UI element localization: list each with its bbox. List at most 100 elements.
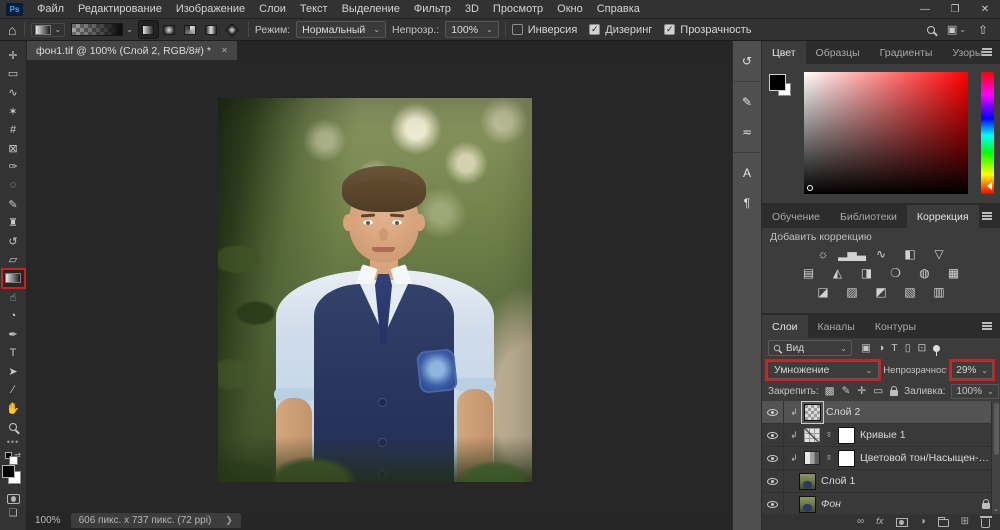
filter-pin-icon[interactable]: [933, 345, 940, 352]
hue-saturation-adjustment-icon[interactable]: [804, 451, 820, 465]
type-tool[interactable]: T: [2, 344, 25, 363]
frame-tool[interactable]: ⊠: [2, 139, 25, 158]
minimize-button[interactable]: —: [910, 0, 940, 19]
adj-levels-icon[interactable]: ▂▅▃: [842, 245, 862, 262]
foreground-color-swatch[interactable]: [2, 465, 15, 478]
gradient-type-radial[interactable]: [160, 21, 179, 38]
character-panel-icon[interactable]: A: [736, 163, 758, 183]
scrollbar-down-arrow[interactable]: ⌄: [993, 505, 999, 513]
saturation-brightness-field[interactable]: [804, 72, 968, 194]
lock-artboard-icon[interactable]: ▭: [873, 386, 883, 397]
layer-visibility-toggle[interactable]: [762, 447, 784, 469]
gradient-type-angle[interactable]: [181, 21, 200, 38]
layer-mask-thumbnail[interactable]: [838, 427, 855, 444]
adj-channel-mixer-icon[interactable]: ◍: [915, 264, 935, 281]
hue-slider[interactable]: [981, 72, 994, 194]
add-mask-icon[interactable]: [896, 518, 908, 527]
gradient-type-reflected[interactable]: [202, 21, 221, 38]
layer-fill-select[interactable]: 100% ⌄: [951, 384, 998, 399]
adjustments-tab-1[interactable]: Библиотеки: [830, 205, 907, 228]
layer-filter-select[interactable]: Вид ⌄: [768, 340, 852, 356]
crop-tool[interactable]: #: [2, 120, 25, 139]
eyedropper-tool[interactable]: ✑: [2, 158, 25, 177]
brush-settings-panel-icon[interactable]: ✎: [736, 92, 758, 112]
document-canvas[interactable]: [27, 60, 732, 510]
default-colors-icon[interactable]: [5, 452, 12, 459]
adj-selective-color-icon[interactable]: ▧: [900, 283, 920, 300]
eraser-tool[interactable]: ▱: [2, 251, 25, 270]
lock-all-icon[interactable]: [890, 390, 898, 396]
layer-thumbnail[interactable]: [799, 496, 816, 513]
panel-menu-icon[interactable]: [982, 51, 992, 53]
layer-row[interactable]: ↳ Слой 2: [762, 401, 1000, 424]
panel-menu-icon[interactable]: [982, 325, 992, 327]
layer-name[interactable]: Фон: [821, 498, 977, 510]
filter-adjustment-icon[interactable]: ◑: [878, 343, 884, 354]
color-tab-2[interactable]: Градиенты: [870, 41, 943, 64]
brush-tool[interactable]: ✎: [2, 195, 25, 214]
filter-shape-icon[interactable]: ▯: [905, 343, 911, 354]
menu-item-3[interactable]: Слои: [252, 3, 293, 15]
filter-image-icon[interactable]: ▣: [861, 343, 871, 354]
adjustments-tab-0[interactable]: Обучение: [762, 205, 830, 228]
menu-item-7[interactable]: 3D: [458, 3, 486, 15]
menu-item-10[interactable]: Справка: [590, 3, 647, 15]
hand-tool[interactable]: ✋: [2, 399, 25, 418]
tool-preset-picker[interactable]: ⌄: [31, 23, 65, 37]
color-picker-handle[interactable]: [807, 185, 813, 191]
dodge-tool[interactable]: ◔: [2, 306, 25, 325]
brushes-panel-icon[interactable]: ≂: [736, 122, 758, 142]
move-tool[interactable]: ✛: [2, 46, 25, 65]
zoom-tool[interactable]: [2, 418, 25, 437]
adj-threshold-icon[interactable]: ◩: [871, 283, 891, 300]
adj-curves-icon[interactable]: ∿: [871, 245, 891, 262]
adj-brightness-contrast-icon[interactable]: ☼: [813, 245, 833, 262]
smudge-tool[interactable]: ☝: [2, 288, 25, 307]
checkbox-icon[interactable]: ✓: [589, 24, 600, 35]
layer-name[interactable]: Слой 2: [826, 406, 990, 418]
search-icon[interactable]: [927, 26, 935, 34]
zoom-level[interactable]: 100%: [35, 515, 61, 526]
new-adjustment-layer-icon[interactable]: ◑: [920, 517, 926, 527]
gradient-preview[interactable]: [71, 23, 123, 36]
line-tool[interactable]: ∕: [2, 381, 25, 400]
adj-gradient-map-icon[interactable]: ▥: [929, 283, 949, 300]
checkbox-icon[interactable]: ✓: [664, 24, 675, 35]
layer-row[interactable]: Слой 1: [762, 470, 1000, 493]
mask-link-icon[interactable]: ∞: [825, 454, 834, 462]
blend-mode-select[interactable]: Нормальный ⌄: [296, 21, 386, 38]
mask-link-icon[interactable]: ∞: [825, 431, 834, 439]
edit-toolbar-button[interactable]: •••: [2, 436, 25, 448]
share-icon[interactable]: ⇧: [978, 23, 988, 37]
magic-wand-tool[interactable]: ✶: [2, 102, 25, 121]
color-tab-0[interactable]: Цвет: [762, 41, 806, 64]
link-layers-icon[interactable]: ∞: [857, 517, 864, 527]
menu-item-0[interactable]: Файл: [30, 3, 71, 15]
lock-position-icon[interactable]: ✛: [857, 386, 866, 397]
layers-tab-1[interactable]: Каналы: [808, 315, 865, 338]
layer-name[interactable]: Цветовой тон/Насыщен-ость 1: [860, 452, 990, 464]
marquee-tool[interactable]: ▭: [2, 65, 25, 84]
pen-tool[interactable]: ✒: [2, 325, 25, 344]
path-select-tool[interactable]: ➤: [2, 362, 25, 381]
layer-visibility-toggle[interactable]: [762, 424, 784, 446]
adj-posterize-icon[interactable]: ▨: [842, 283, 862, 300]
lasso-tool[interactable]: ∿: [2, 83, 25, 102]
document-tab[interactable]: фон1.tif @ 100% (Слой 2, RGB/8#) * ✕: [27, 41, 237, 60]
history-brush-tool[interactable]: ↺: [2, 232, 25, 251]
clone-stamp-tool[interactable]: ♜: [2, 213, 25, 232]
opacity-select[interactable]: 100% ⌄: [445, 21, 499, 38]
layer-visibility-toggle[interactable]: [762, 493, 784, 514]
layer-visibility-toggle[interactable]: [762, 401, 784, 423]
layer-thumbnail[interactable]: [799, 473, 816, 490]
color-tab-1[interactable]: Образцы: [806, 41, 870, 64]
adj-invert-icon[interactable]: ◪: [813, 283, 833, 300]
screen-mode-button[interactable]: ❏: [9, 508, 18, 519]
adj-exposure-icon[interactable]: ◧: [900, 245, 920, 262]
layer-mask-thumbnail[interactable]: [838, 450, 855, 467]
layer-name[interactable]: Слой 1: [821, 475, 990, 487]
option-checkbox-1[interactable]: ✓Дизеринг: [589, 24, 652, 36]
layer-row[interactable]: Фон: [762, 493, 1000, 514]
curves-adjustment-icon[interactable]: [804, 428, 820, 442]
layer-thumbnail[interactable]: [804, 404, 821, 421]
